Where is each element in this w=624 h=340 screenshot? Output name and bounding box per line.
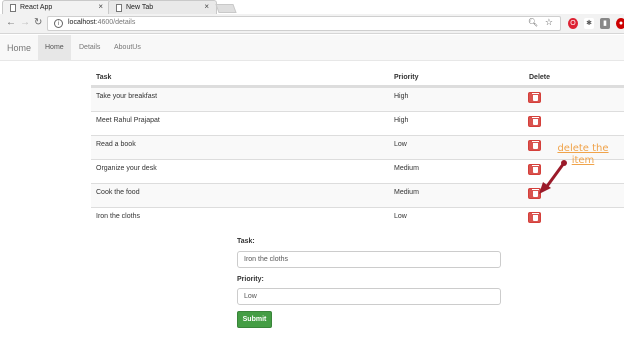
tab-close-icon[interactable]: ×	[98, 2, 103, 11]
forward-icon[interactable]: →	[20, 17, 30, 29]
tab-close-icon[interactable]: ×	[204, 2, 209, 11]
navbar-brand[interactable]: Home	[7, 43, 31, 53]
task-input[interactable]: Iron the cloths	[237, 251, 501, 268]
gray-extension-icon[interactable]: ▮	[600, 18, 610, 29]
priority-cell: Low	[394, 213, 407, 220]
nav-link-aboutus[interactable]: AboutUs	[107, 35, 148, 61]
back-icon[interactable]: ←	[6, 17, 16, 29]
table-row: Meet Rahul Prajapat High	[91, 111, 624, 135]
priority-cell: Medium	[394, 189, 419, 196]
priority-cell: Medium	[394, 165, 419, 172]
tab-new-tab[interactable]: New Tab ×	[108, 0, 217, 14]
task-cell: Read a book	[96, 141, 136, 148]
trash-icon	[532, 117, 539, 125]
delete-button[interactable]	[528, 212, 541, 223]
delete-button[interactable]	[528, 140, 541, 151]
priority-input[interactable]: Low	[237, 288, 501, 305]
priority-cell: Low	[394, 141, 407, 148]
task-cell: Meet Rahul Prajapat	[96, 117, 160, 124]
url-text: localhost:4600/details	[68, 19, 136, 26]
tab-title: New Tab	[126, 4, 154, 11]
priority-cell: High	[394, 117, 409, 124]
trash-icon	[532, 213, 539, 221]
header-priority: Priority	[394, 74, 419, 81]
browser-tabstrip: React App × New Tab ×	[0, 0, 624, 14]
table-row: Iron the cloths Low	[91, 207, 624, 231]
nav-link-home[interactable]: Home	[38, 35, 71, 61]
nav-link-details[interactable]: Details	[72, 35, 107, 61]
table-row: Read a book Low	[91, 135, 624, 159]
trash-icon	[532, 141, 539, 149]
app-navbar: Home Home Details AboutUs	[0, 35, 624, 61]
opera-extension-icon[interactable]: O	[568, 18, 578, 29]
bookmark-star-icon[interactable]: ☆	[545, 17, 553, 28]
table-header: Task Priority Delete	[91, 69, 624, 87]
browser-toolbar: ← → ↻ i localhost:4600/details 🔍︎ ☆ O ✱ …	[0, 14, 624, 34]
task-cell: Iron the cloths	[96, 213, 140, 220]
search-icon[interactable]: 🔍︎	[528, 18, 538, 27]
tab-react-app[interactable]: React App ×	[2, 0, 111, 14]
task-cell: Cook the food	[96, 189, 140, 196]
address-bar[interactable]: i localhost:4600/details 🔍︎ ☆	[47, 16, 561, 31]
header-delete: Delete	[529, 74, 551, 81]
document-icon	[116, 4, 122, 12]
header-task: Task	[96, 74, 112, 81]
priority-label: Priority:	[237, 276, 264, 283]
adblock-extension-icon[interactable]: ●	[616, 18, 624, 29]
task-table: Task Priority Delete Take your breakfast…	[91, 69, 624, 231]
document-icon	[10, 4, 16, 12]
delete-button[interactable]	[528, 116, 541, 127]
submit-button[interactable]: Submit	[237, 311, 272, 328]
info-icon[interactable]: i	[54, 19, 63, 28]
new-tab-button[interactable]	[215, 4, 237, 13]
tab-title: React App	[20, 4, 53, 11]
puzzle-extension-icon[interactable]: ✱	[584, 18, 594, 29]
task-cell: Organize your desk	[96, 165, 157, 172]
delete-button[interactable]	[528, 92, 541, 103]
task-cell: Take your breakfast	[96, 93, 158, 100]
reload-icon[interactable]: ↻	[34, 17, 42, 29]
annotation-arrow-icon	[539, 160, 567, 194]
task-label: Task:	[237, 238, 255, 245]
trash-icon	[532, 93, 539, 101]
priority-cell: High	[394, 93, 409, 100]
table-row: Take your breakfast High	[91, 87, 624, 111]
